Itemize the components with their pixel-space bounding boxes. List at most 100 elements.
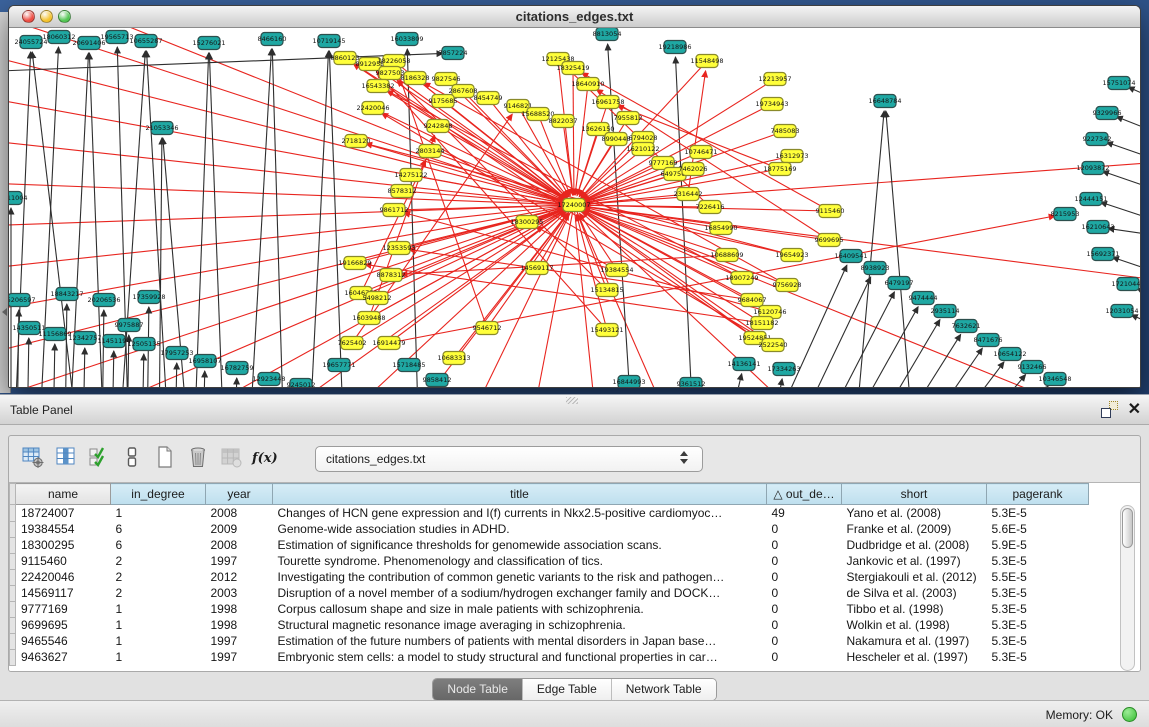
table-cell[interactable]: 5.3E-5 xyxy=(987,585,1089,601)
graph-node[interactable]: 2935114 xyxy=(931,305,960,318)
graph-node[interactable]: 5498212 xyxy=(363,292,392,305)
graph-node[interactable]: 12213957 xyxy=(758,73,791,86)
graph-node[interactable]: 7462026 xyxy=(679,163,708,176)
table-cell[interactable]: 0 xyxy=(767,537,842,553)
table-cell[interactable]: 9777169 xyxy=(16,601,111,617)
graph-node[interactable]: 9227342 xyxy=(1083,133,1112,146)
table-cell[interactable]: Structural magnetic resonance image aver… xyxy=(273,617,767,633)
graph-node[interactable]: 19218986 xyxy=(658,41,691,54)
table-scrollbar-thumb[interactable] xyxy=(1122,508,1133,548)
split-pane-grip[interactable] xyxy=(566,397,578,404)
graph-node[interactable]: 11548498 xyxy=(690,55,723,68)
graph-node[interactable]: 18640910 xyxy=(571,78,604,91)
table-cell[interactable]: 14569117 xyxy=(16,585,111,601)
graph-node[interactable]: 9474444 xyxy=(909,292,938,305)
graph-node[interactable]: 7625402 xyxy=(338,337,367,350)
table-cell[interactable]: Estimation of significance thresholds fo… xyxy=(273,537,767,553)
graph-node[interactable]: 9684067 xyxy=(738,294,767,307)
table-cell[interactable]: Franke et al. (2009) xyxy=(842,521,987,537)
table-cell[interactable]: 2009 xyxy=(206,521,273,537)
table-cell[interactable]: 5.5E-5 xyxy=(987,569,1089,585)
table-cell[interactable]: Yano et al. (2008) xyxy=(842,505,987,522)
graph-node[interactable]: 8813054 xyxy=(593,28,622,41)
graph-node[interactable]: 10683313 xyxy=(437,352,470,365)
table-cell[interactable]: 19384554 xyxy=(16,521,111,537)
graph-node[interactable]: 16210643 xyxy=(1081,221,1114,234)
table-cell[interactable]: 5.3E-5 xyxy=(987,633,1089,649)
row-options-button[interactable] xyxy=(118,445,146,473)
table-row[interactable]: 1456911722003Disruption of a novel membe… xyxy=(10,585,1089,601)
graph-node[interactable]: 8186328 xyxy=(401,72,430,85)
table-cell[interactable]: 0 xyxy=(767,649,842,665)
table-cell[interactable]: 6 xyxy=(111,521,206,537)
table-cell[interactable]: 9699695 xyxy=(16,617,111,633)
graph-node[interactable]: 9756928 xyxy=(773,279,802,292)
graph-node[interactable]: 14569117 xyxy=(520,262,553,275)
graph-node[interactable]: 10654122 xyxy=(993,348,1026,361)
graph-node[interactable]: 2803144 xyxy=(416,145,445,158)
graph-node[interactable]: 8938923 xyxy=(861,262,890,275)
graph-node[interactable]: 9827546 xyxy=(432,73,461,86)
delete-table-button[interactable] xyxy=(217,445,245,473)
new-column-button[interactable] xyxy=(151,445,179,473)
graph-node[interactable]: 19166829 xyxy=(338,257,371,270)
table-row[interactable]: 1830029562008Estimation of significance … xyxy=(10,537,1089,553)
graph-node[interactable]: 16958107 xyxy=(188,355,221,368)
table-cell[interactable]: 5.6E-5 xyxy=(987,521,1089,537)
table-cell[interactable]: 9115460 xyxy=(16,553,111,569)
graph-node[interactable]: 8578312 xyxy=(388,185,417,198)
graph-node[interactable]: 9361512 xyxy=(677,378,706,388)
table-cell[interactable]: 5.3E-5 xyxy=(987,505,1089,522)
graph-node[interactable]: 19657771 xyxy=(322,359,355,372)
table-cell[interactable]: 1 xyxy=(111,633,206,649)
graph-node[interactable]: 8822037 xyxy=(549,115,578,128)
table-cell[interactable]: 5.9E-5 xyxy=(987,537,1089,553)
table-settings-button[interactable] xyxy=(19,445,47,473)
graph-node[interactable]: 12923448 xyxy=(252,373,285,386)
graph-node[interactable]: 19654923 xyxy=(775,249,808,262)
graph-node[interactable]: 7857224 xyxy=(439,47,468,60)
graph-node[interactable]: 16648784 xyxy=(868,95,901,108)
table-cell[interactable]: Disruption of a novel member of a sodium… xyxy=(273,585,767,601)
table-cell[interactable]: 0 xyxy=(767,617,842,633)
graph-node[interactable]: 8454749 xyxy=(474,92,503,105)
graph-node[interactable]: 9175685 xyxy=(429,95,458,108)
graph-node[interactable]: 2522540 xyxy=(759,339,788,352)
graph-node[interactable]: 9132466 xyxy=(1018,361,1047,374)
graph-node[interactable]: 16782759 xyxy=(220,362,253,375)
table-cell[interactable]: 2008 xyxy=(206,505,273,522)
function-builder-button[interactable]: f(x) xyxy=(250,445,278,473)
graph-node[interactable]: 9329966 xyxy=(1093,107,1122,120)
column-header-out-de-[interactable]: △ out_de… xyxy=(767,484,842,505)
graph-node[interactable]: 10346548 xyxy=(1038,373,1071,386)
table-cell[interactable]: 9465546 xyxy=(16,633,111,649)
table-cell[interactable]: de Silva et al. (2003) xyxy=(842,585,987,601)
table-cell[interactable]: 1998 xyxy=(206,601,273,617)
table-row[interactable]: 969969511998Structural magnetic resonanc… xyxy=(10,617,1089,633)
panel-collapse-arrow-icon[interactable] xyxy=(2,308,7,316)
graph-node[interactable]: 14136141 xyxy=(727,358,760,371)
table-cell[interactable]: 9463627 xyxy=(16,649,111,665)
column-header-pagerank[interactable]: pagerank xyxy=(987,484,1089,505)
table-cell[interactable]: 1997 xyxy=(206,633,273,649)
graph-node[interactable]: 20206536 xyxy=(87,294,120,307)
graph-node[interactable]: 18775169 xyxy=(763,163,796,176)
graph-node[interactable]: 15692371 xyxy=(1086,248,1119,261)
table-cell[interactable]: 1998 xyxy=(206,617,273,633)
table-cell[interactable]: 0 xyxy=(767,553,842,569)
graph-node[interactable]: 8466160 xyxy=(258,33,287,46)
table-cell[interactable]: 1 xyxy=(111,505,206,522)
table-cell[interactable]: 0 xyxy=(767,569,842,585)
graph-node[interactable]: 15134815 xyxy=(590,284,623,297)
table-cell[interactable]: Dudbridge et al. (2008) xyxy=(842,537,987,553)
table-cell[interactable]: 6 xyxy=(111,537,206,553)
graph-node[interactable]: 18907249 xyxy=(725,272,758,285)
graph-node[interactable]: 15493121 xyxy=(590,324,623,337)
graph-node[interactable]: 16409541 xyxy=(834,250,867,263)
tab-edge-table[interactable]: Edge Table xyxy=(522,679,611,700)
graph-node[interactable]: 16039488 xyxy=(352,312,385,325)
graph-node[interactable]: 8990448 xyxy=(602,133,631,146)
table-cell[interactable]: 1 xyxy=(111,601,206,617)
table-cell[interactable]: 18300295 xyxy=(16,537,111,553)
table-cell[interactable]: Investigating the contribution of common… xyxy=(273,569,767,585)
